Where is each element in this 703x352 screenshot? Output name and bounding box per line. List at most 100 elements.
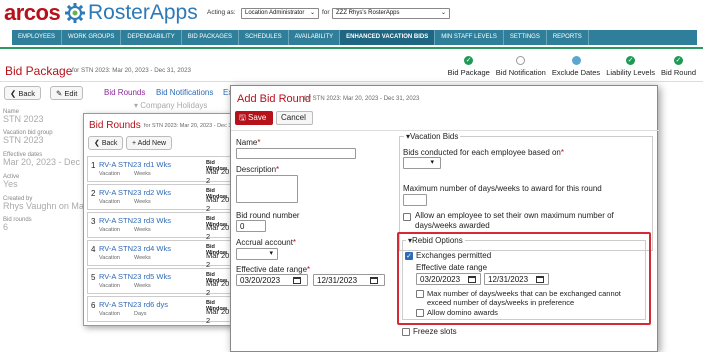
calendar-icon[interactable] <box>293 277 301 284</box>
step-liability-levels[interactable]: ✓ Liability Levels <box>603 56 658 77</box>
effective-dates-value: Mar 20, 2023 - Dec 31 <box>3 157 93 167</box>
freeze-slots-label: Freeze slots <box>413 327 457 336</box>
back-button[interactable]: ❮ Back <box>88 136 124 150</box>
allow-own-max-checkbox[interactable] <box>403 213 411 221</box>
main-nav: EMPLOYEES WORK GROUPS DEPENDABILITY BID … <box>12 30 697 45</box>
circle-icon <box>571 56 581 65</box>
nav-dependability[interactable]: DEPENDABILITY <box>121 30 182 45</box>
effective-start-date-input[interactable]: 03/20/2023 <box>236 274 308 286</box>
list-item[interactable]: 3 RV-A STN23 rd3 Wks Vacation Weeks Bid … <box>87 212 237 241</box>
label-text: Effective date range <box>236 265 308 274</box>
bid-rounds-subtitle: for STN 2023: Mar 20, 2023 - Dec 31, <box>144 123 237 129</box>
save-icon: 🖫 <box>239 113 249 122</box>
bids-conducted-label: Bids conducted for each employee based o… <box>403 148 564 157</box>
acting-as-select[interactable]: Location Administrator ⌄ <box>241 8 319 19</box>
nav-employees[interactable]: EMPLOYEES <box>12 30 63 45</box>
date-value: 12/31/2023 <box>317 276 358 285</box>
effective-date-range-label: Effective date range* <box>236 265 310 274</box>
round-name-link[interactable]: RV-A STN23 rd6 dys <box>99 300 168 309</box>
date-value: 03/20/2023 <box>240 276 281 285</box>
nav-bid-packages[interactable]: BID PACKAGES <box>182 30 239 45</box>
round-unit: Weeks <box>134 227 151 233</box>
bid-rounds-value: 6 <box>3 222 9 232</box>
check-icon: ✓ <box>626 56 636 65</box>
check-icon: ✓ <box>673 56 683 65</box>
nav-enhanced-vacation-bids[interactable]: ENHANCED VACATION BIDS <box>340 30 436 45</box>
description-textarea[interactable] <box>236 175 298 203</box>
divider <box>231 130 659 131</box>
step-bid-round[interactable]: ✓ Bid Round <box>658 56 699 77</box>
created-by-value: Rhys Vaughn on Mar 2 <box>3 201 95 211</box>
save-button[interactable]: 🖫 Save <box>235 111 273 125</box>
round-name-link[interactable]: RV-A STN23 rd2 Wks <box>99 188 171 197</box>
round-name-link[interactable]: RV-A STN23 rd4 Wks <box>99 244 171 253</box>
required-mark: * <box>257 138 261 147</box>
edit-label: Edit <box>64 89 78 98</box>
edit-button[interactable]: ✎ Edit <box>50 86 84 100</box>
step-label: Bid Round <box>660 68 696 77</box>
step-bid-package[interactable]: ✓ Bid Package <box>445 56 493 77</box>
row-number: 2 <box>91 189 96 198</box>
nav-settings[interactable]: SETTINGS <box>504 30 547 45</box>
list-item[interactable]: 1 RV-A STN23 rd1 Wks Vacation Weeks Bid … <box>87 156 237 185</box>
arcos-logo: arcos <box>4 0 61 25</box>
progress-steps: ✓ Bid Package Bid Notification Exclude Da… <box>445 56 699 77</box>
row-number: 6 <box>91 301 96 310</box>
step-label: Bid Notification <box>495 68 546 77</box>
list-item[interactable]: 4 RV-A STN23 rd4 Wks Vacation Weeks Bid … <box>87 240 237 269</box>
max-award-input[interactable] <box>403 194 427 206</box>
bid-round-number-input[interactable]: 0 <box>236 220 266 232</box>
chevron-down-icon: ▾ <box>430 159 434 166</box>
modal-subtitle: for STN 2023: Mar 20, 2023 - Dec 31, 202… <box>304 96 420 102</box>
chevron-down-icon: ▾ <box>269 250 273 257</box>
top-bar: arcos RosterApps Acting as: Location Adm… <box>0 0 703 28</box>
nav-schedules[interactable]: SCHEDULES <box>239 30 289 45</box>
cancel-button[interactable]: Cancel <box>276 111 313 125</box>
name-field-label: Name* <box>236 138 260 147</box>
round-type: Vacation <box>99 171 120 177</box>
back-button[interactable]: ❮ Back <box>4 86 42 100</box>
nav-min-staff-levels[interactable]: MIN STAFF LEVELS <box>435 30 504 45</box>
step-exclude-dates[interactable]: Exclude Dates <box>549 56 603 77</box>
modal-title: Add Bid Round <box>237 93 311 105</box>
list-item[interactable]: 5 RV-A STN23 rd5 Wks Vacation Weeks Bid … <box>87 268 237 297</box>
tab-bid-notifications[interactable]: Bid Notifications <box>156 88 213 97</box>
rosterapps-select[interactable]: ZZZ Rhys's RosterApps ⌄ <box>332 8 450 19</box>
round-name-link[interactable]: RV-A STN23 rd1 Wks <box>99 160 171 169</box>
round-type: Vacation <box>99 227 120 233</box>
label-text: Name <box>236 138 258 147</box>
effective-end-date-input[interactable]: 12/31/2023 <box>313 274 385 286</box>
freeze-slots-checkbox[interactable] <box>402 328 410 336</box>
circle-icon <box>516 56 526 65</box>
step-label: Liability Levels <box>606 68 655 77</box>
nav-work-groups[interactable]: WORK GROUPS <box>62 30 122 45</box>
list-item[interactable]: 2 RV-A STN23 rd2 Wks Vacation Weeks Bid … <box>87 184 237 213</box>
round-name-link[interactable]: RV-A STN23 rd5 Wks <box>99 272 171 281</box>
accrual-account-select[interactable]: ▾ <box>236 248 278 260</box>
step-label: Bid Package <box>447 68 490 77</box>
page-subtitle: for STN 2023: Mar 20, 2023 - Dec 31, 202… <box>72 67 192 74</box>
tab-bid-rounds[interactable]: Bid Rounds <box>104 88 145 97</box>
row-number: 1 <box>91 161 96 170</box>
name-value: STN 2023 <box>3 114 44 124</box>
add-new-button[interactable]: + Add New <box>126 136 173 150</box>
step-label: Exclude Dates <box>551 68 601 77</box>
list-item[interactable]: 6 RV-A STN23 rd6 dys Vacation Days Bid W… <box>87 296 237 325</box>
calendar-icon[interactable] <box>370 277 378 284</box>
nav-availability[interactable]: AVAILABILITY <box>289 30 341 45</box>
tab-company-holidays[interactable]: ▾ Company Holidays <box>134 101 207 110</box>
bids-conducted-select[interactable]: ▾ <box>403 157 441 169</box>
page-title: Bid Package <box>5 64 73 78</box>
required-mark: * <box>276 165 280 174</box>
name-input[interactable] <box>236 148 356 159</box>
chevron-left-icon: ❮ <box>94 140 102 147</box>
label-text: Description <box>236 165 277 174</box>
round-name-link[interactable]: RV-A STN23 rd3 Wks <box>99 216 171 225</box>
round-unit: Weeks <box>134 283 151 289</box>
step-bid-notification[interactable]: Bid Notification <box>493 56 549 77</box>
back-label: Back <box>101 140 118 147</box>
round-unit: Weeks <box>134 199 151 205</box>
nav-reports[interactable]: REPORTS <box>547 30 589 45</box>
vacation-bids-legend: ▾Vacation Bids <box>404 132 461 141</box>
row-number: 4 <box>91 245 96 254</box>
